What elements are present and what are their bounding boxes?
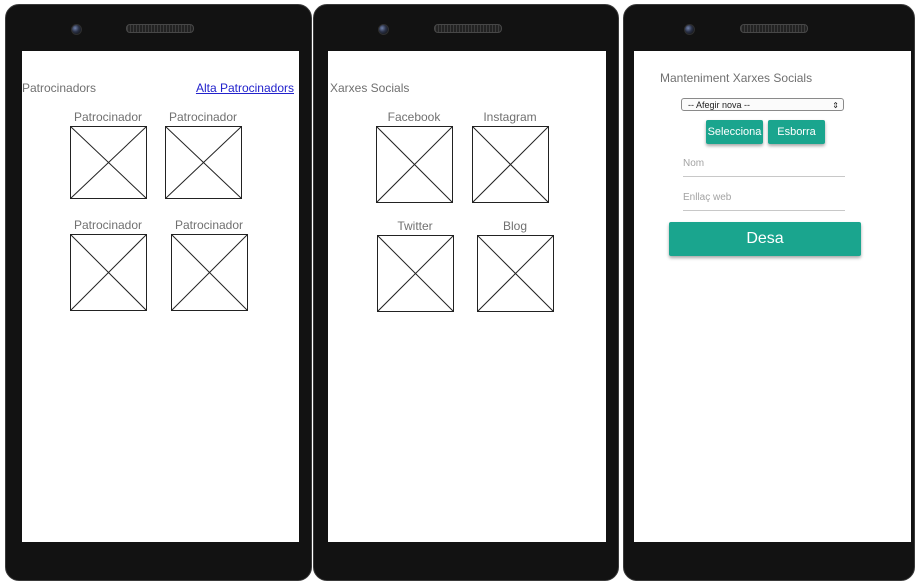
image-placeholder-icon xyxy=(69,234,147,311)
speaker-grille-icon xyxy=(126,24,194,33)
image-placeholder-icon xyxy=(471,126,549,203)
camera-icon xyxy=(378,24,389,35)
social-tile-facebook[interactable]: Facebook xyxy=(374,110,454,203)
social-tile-blog[interactable]: Blog xyxy=(475,219,555,312)
sponsor-tile[interactable]: Patrocinador xyxy=(169,218,249,311)
social-tile-instagram[interactable]: Instagram xyxy=(470,110,550,203)
speaker-grille-icon xyxy=(740,24,808,33)
screen-manage-social: Manteniment Xarxes Socials -- Afegir nov… xyxy=(634,51,911,542)
camera-icon xyxy=(684,24,695,35)
name-input[interactable]: Nom xyxy=(683,154,845,177)
social-label: Blog xyxy=(502,219,528,233)
screen-social-networks: Xarxes Socials Facebook Instagram Twitte… xyxy=(328,51,606,542)
network-select-value: -- Afegir nova -- xyxy=(688,100,751,110)
image-placeholder-icon xyxy=(170,234,248,311)
add-sponsor-link[interactable]: Alta Patrocinadors xyxy=(196,81,294,95)
speaker-grille-icon xyxy=(434,24,502,33)
image-placeholder-icon xyxy=(376,235,454,312)
camera-icon xyxy=(71,24,82,35)
image-placeholder-icon xyxy=(69,126,147,199)
image-placeholder-icon xyxy=(476,235,554,312)
social-label: Twitter xyxy=(397,219,433,233)
sponsor-label: Patrocinador xyxy=(174,218,244,232)
sponsor-label: Patrocinador xyxy=(73,110,143,124)
web-link-input[interactable]: Enllaç web xyxy=(683,188,845,211)
device-frame-sponsors: Patrocinadors Alta Patrocinadors Patroci… xyxy=(5,4,312,581)
delete-button[interactable]: Esborra xyxy=(768,120,825,144)
screen-sponsors: Patrocinadors Alta Patrocinadors Patroci… xyxy=(22,51,299,542)
sponsor-label: Patrocinador xyxy=(73,218,143,232)
social-label: Instagram xyxy=(483,110,537,124)
page-title: Xarxes Socials xyxy=(330,81,410,95)
select-arrows-icon: ⇕ xyxy=(832,101,839,110)
social-tile-twitter[interactable]: Twitter xyxy=(375,219,455,312)
select-button[interactable]: Selecciona xyxy=(706,120,763,144)
device-frame-manage-social: Manteniment Xarxes Socials -- Afegir nov… xyxy=(623,4,915,581)
save-button[interactable]: Desa xyxy=(669,222,861,256)
image-placeholder-icon xyxy=(164,126,242,199)
social-label: Facebook xyxy=(387,110,441,124)
network-select[interactable]: -- Afegir nova -- ⇕ xyxy=(681,98,844,111)
sponsor-tile[interactable]: Patrocinador xyxy=(68,110,148,199)
page-title: Manteniment Xarxes Socials xyxy=(660,71,813,85)
sponsor-tile[interactable]: Patrocinador xyxy=(163,110,243,199)
page-title: Patrocinadors xyxy=(22,81,97,95)
sponsor-label: Patrocinador xyxy=(168,110,238,124)
device-frame-social-networks: Xarxes Socials Facebook Instagram Twitte… xyxy=(313,4,619,581)
image-placeholder-icon xyxy=(375,126,453,203)
sponsor-tile[interactable]: Patrocinador xyxy=(68,218,148,311)
